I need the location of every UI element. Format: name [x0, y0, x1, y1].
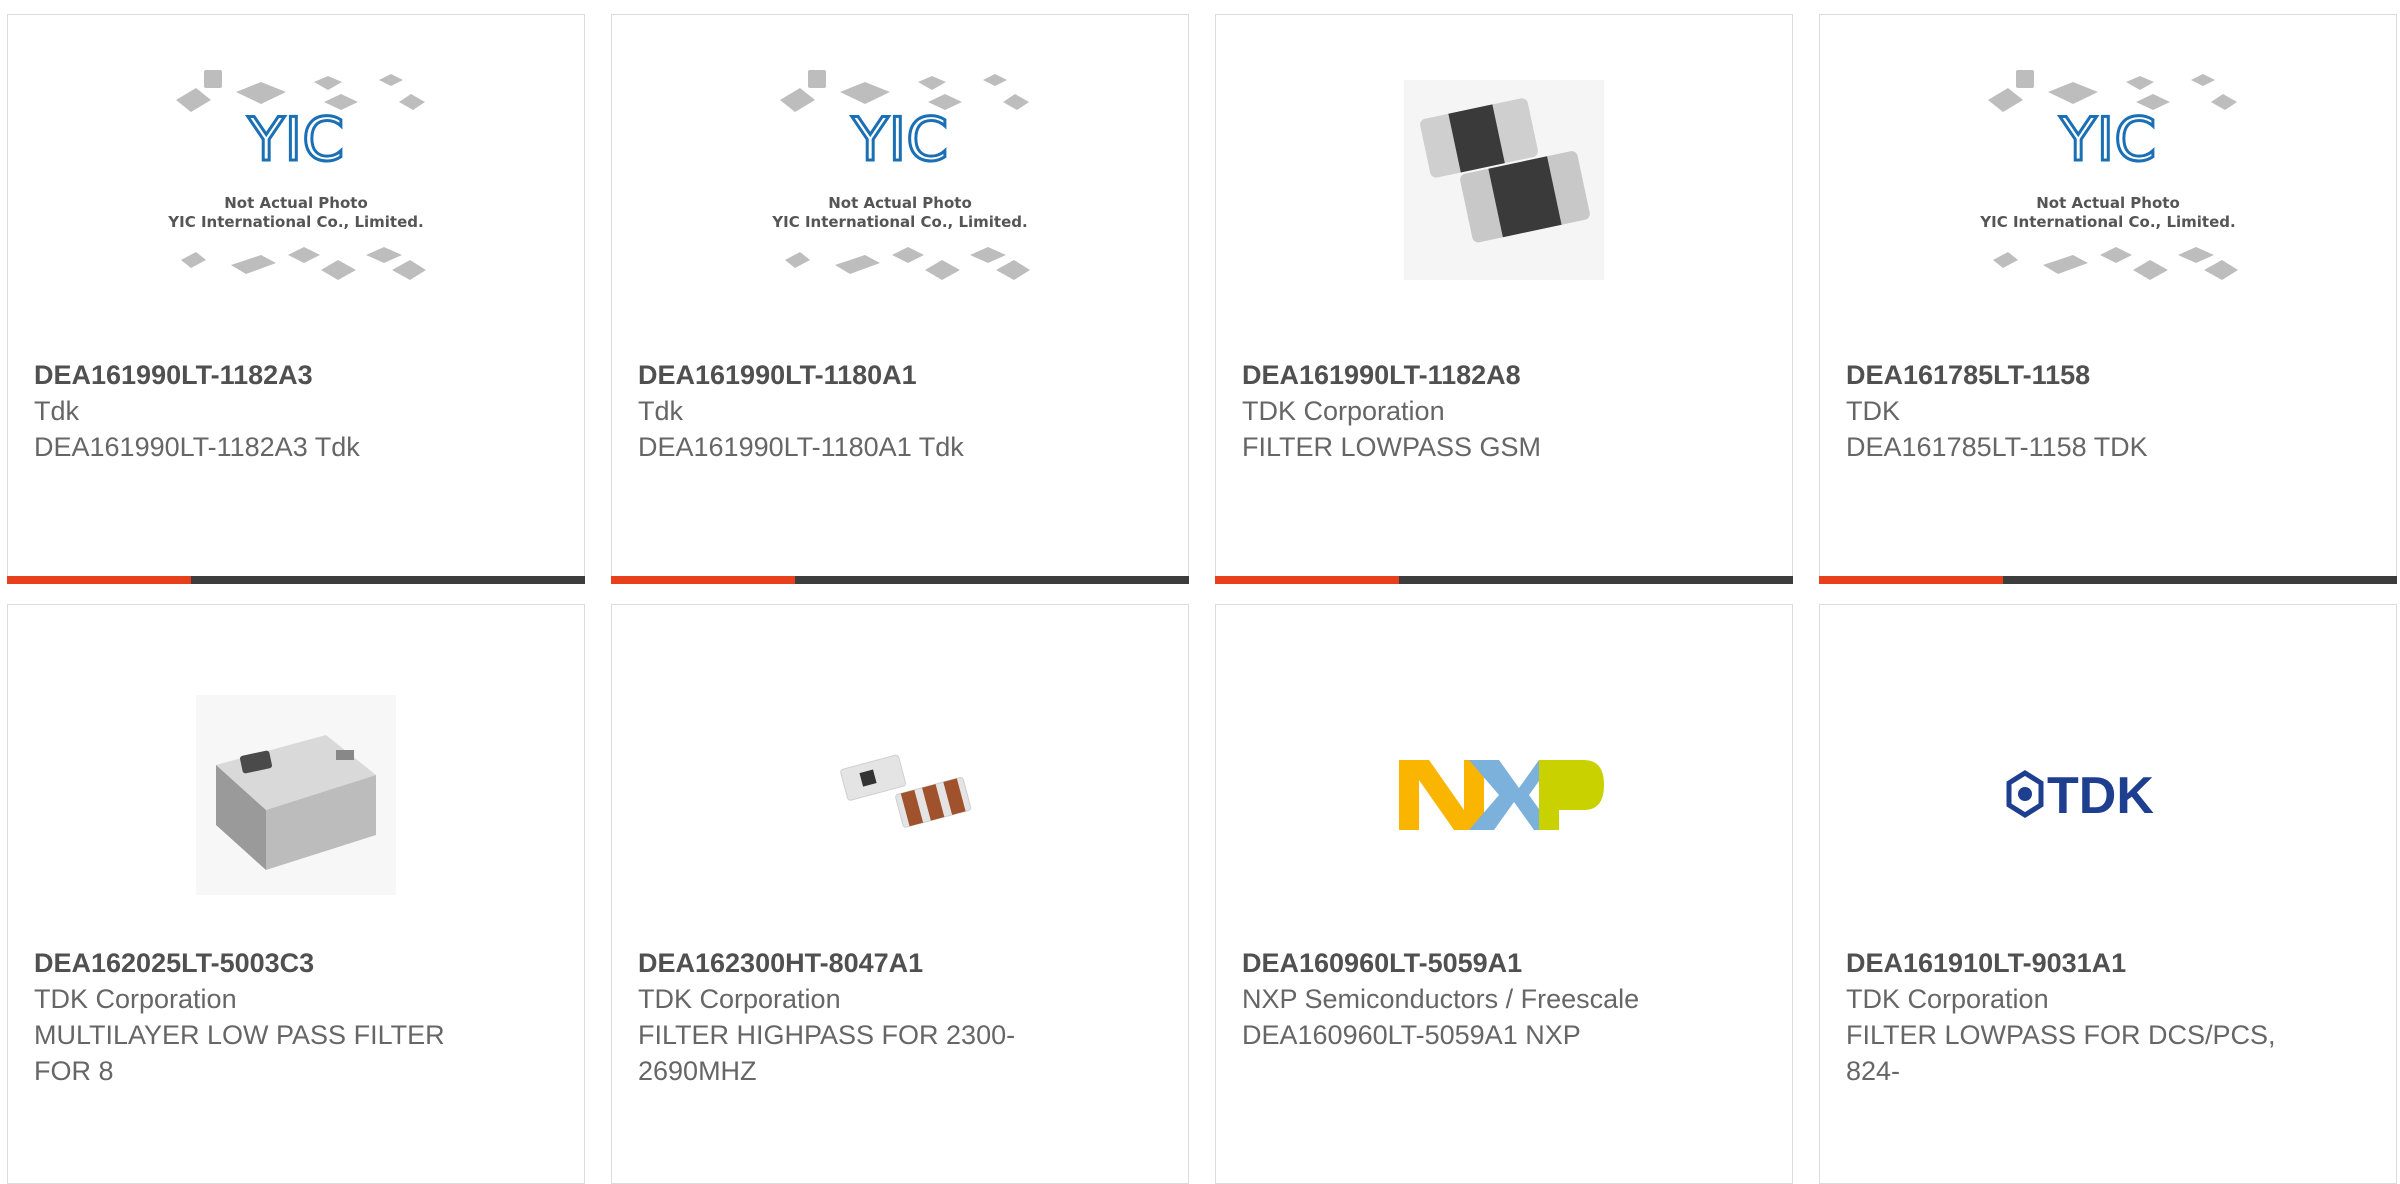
product-image[interactable]: TDK	[1820, 645, 2396, 945]
manufacturer: TDK Corporation	[1242, 396, 1445, 426]
product-card[interactable]: DEA162300HT-8047A1 TDK Corporation FILTE…	[611, 604, 1189, 1184]
card-underline	[7, 576, 585, 584]
manufacturer: Tdk	[34, 396, 80, 426]
svg-text:Not Actual Photo: Not Actual Photo	[2036, 194, 2180, 212]
product-card[interactable]: YIC Not Actual Photo YIC International C…	[1819, 14, 2397, 584]
description: DEA161785LT-1158 TDK	[1846, 432, 2148, 462]
card-underline	[1215, 576, 1793, 584]
part-number[interactable]: DEA162025LT-5003C3	[34, 945, 564, 981]
svg-text:TDK: TDK	[2047, 767, 2154, 825]
product-image[interactable]: YIC Not Actual Photo YIC International C…	[612, 15, 1188, 345]
card-underline	[1819, 576, 2397, 584]
part-number[interactable]: DEA160960LT-5059A1	[1242, 945, 1772, 981]
manufacturer: TDK Corporation	[638, 984, 841, 1014]
description: MULTILAYER LOW PASS FILTER FOR 8	[34, 1020, 445, 1086]
product-image[interactable]	[612, 645, 1188, 945]
product-card[interactable]: YIC Not Actual Photo YIC International C…	[611, 14, 1189, 584]
part-number[interactable]: DEA161990LT-1182A8	[1242, 357, 1772, 393]
product-image[interactable]: YIC Not Actual Photo YIC International C…	[8, 15, 584, 345]
description: DEA160960LT-5059A1 NXP	[1242, 1020, 1581, 1050]
description: DEA161990LT-1182A3 Tdk	[34, 432, 360, 462]
small-chip-pair-photo	[840, 754, 972, 828]
card-underline	[611, 576, 1189, 584]
not-actual-photo-placeholder: YIC Not Actual Photo YIC International C…	[771, 70, 1030, 280]
smd-filter-component-photo	[1404, 80, 1604, 280]
product-card[interactable]: DEA161990LT-1182A8 TDK Corporation FILTE…	[1215, 14, 1793, 584]
svg-text:Not Actual Photo: Not Actual Photo	[828, 194, 972, 212]
product-image[interactable]: YIC Not Actual Photo YIC International C…	[1820, 15, 2396, 345]
tdk-logo: TDK	[2006, 767, 2154, 825]
not-actual-photo-placeholder: YIC Not Actual Photo YIC International C…	[167, 70, 426, 280]
description: FILTER HIGHPASS FOR 2300-2690MHZ	[638, 1020, 1016, 1086]
description: FILTER LOWPASS FOR DCS/PCS, 824-	[1846, 1020, 2276, 1086]
svg-text:YIC: YIC	[2059, 105, 2156, 175]
product-card[interactable]: DEA160960LT-5059A1 NXP Semiconductors / …	[1215, 604, 1793, 1184]
product-card[interactable]: YIC Not Actual Photo YIC International C…	[7, 14, 585, 584]
multilayer-chip-photo	[196, 695, 396, 895]
svg-text:Not Actual Photo: Not Actual Photo	[224, 194, 368, 212]
part-number[interactable]: DEA162300HT-8047A1	[638, 945, 1168, 981]
product-image[interactable]	[8, 645, 584, 945]
product-image[interactable]	[1216, 645, 1792, 945]
not-actual-photo-placeholder: YIC Not Actual Photo YIC International C…	[1979, 70, 2238, 280]
product-card[interactable]: DEA162025LT-5003C3 TDK Corporation MULTI…	[7, 604, 585, 1184]
part-number[interactable]: DEA161990LT-1182A3	[34, 357, 564, 393]
part-number[interactable]: DEA161910LT-9031A1	[1846, 945, 2376, 981]
description: FILTER LOWPASS GSM	[1242, 432, 1542, 462]
svg-text:YIC International Co., Limited: YIC International Co., Limited.	[771, 213, 1027, 231]
manufacturer: TDK Corporation	[1846, 984, 2049, 1014]
nxp-logo	[1399, 760, 1604, 830]
description: DEA161990LT-1180A1 Tdk	[638, 432, 964, 462]
manufacturer: NXP Semiconductors / Freescale	[1242, 984, 1640, 1014]
svg-text:YIC International Co., Limited: YIC International Co., Limited.	[1979, 213, 2235, 231]
product-grid: YIC Not Actual Photo YIC International C…	[0, 0, 2400, 1184]
product-image[interactable]	[1216, 15, 1792, 345]
manufacturer: Tdk	[638, 396, 684, 426]
manufacturer: TDK	[1846, 396, 1900, 426]
svg-text:YIC: YIC	[851, 105, 948, 175]
part-number[interactable]: DEA161785LT-1158	[1846, 357, 2376, 393]
manufacturer: TDK Corporation	[34, 984, 237, 1014]
svg-text:YIC: YIC	[247, 105, 344, 175]
part-number[interactable]: DEA161990LT-1180A1	[638, 357, 1168, 393]
svg-text:YIC International Co., Limited: YIC International Co., Limited.	[167, 213, 423, 231]
product-card[interactable]: TDK DEA161910LT-9031A1 TDK Corporation F…	[1819, 604, 2397, 1184]
